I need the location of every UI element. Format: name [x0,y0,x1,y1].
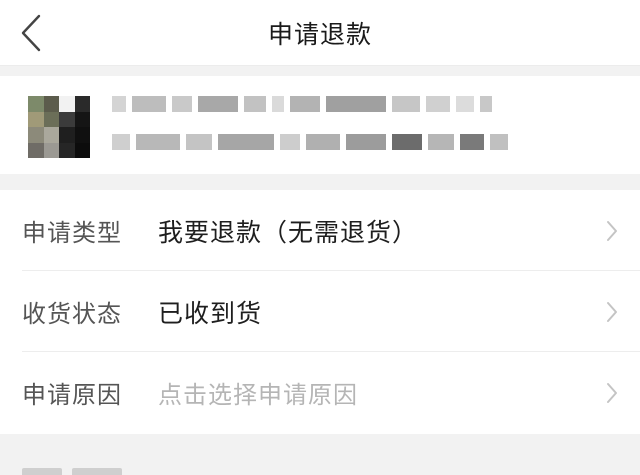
next-section-obscured [22,462,132,475]
product-name-obscured [112,96,492,112]
form-row-apply-type[interactable]: 申请类型 我要退款（无需退货） [0,190,640,271]
product-thumbnail-icon [28,96,90,158]
navigation-bar: 申请退款 [0,0,640,66]
apply-reason-label: 申请原因 [22,381,122,409]
apply-type-value: 我要退款（无需退货） [158,217,419,247]
form-row-apply-reason[interactable]: 申请原因 点击选择申请原因 [0,352,640,433]
apply-reason-placeholder: 点击选择申请原因 [158,381,358,409]
product-summary[interactable] [0,76,640,174]
receipt-status-label: 收货状态 [22,300,122,328]
form-row-receipt-status[interactable]: 收货状态 已收到货 [0,271,640,352]
chevron-right-icon [604,299,620,325]
refund-form: 申请类型 我要退款（无需退货） 收货状态 已收到货 申请原因 点击选择申请原因 [0,190,640,434]
apply-type-label: 申请类型 [22,219,122,247]
chevron-right-icon [604,218,620,244]
page-title: 申请退款 [267,20,372,49]
product-spec-obscured [112,134,508,150]
chevron-right-icon [604,380,620,406]
receipt-status-value: 已收到货 [158,298,263,328]
